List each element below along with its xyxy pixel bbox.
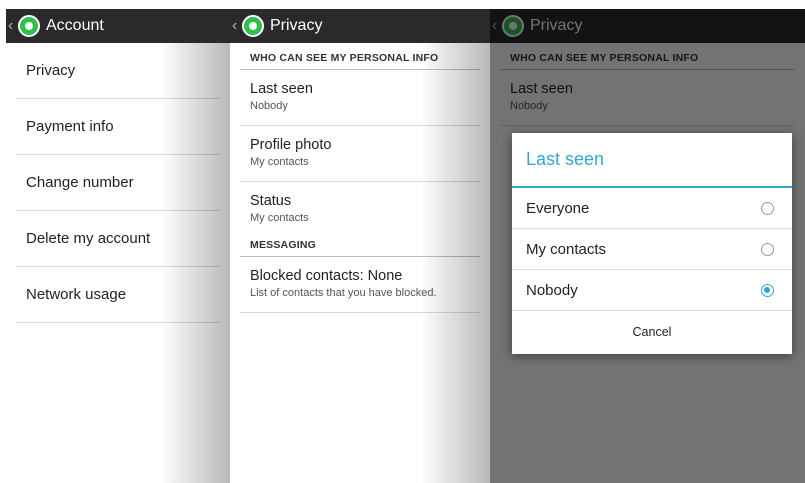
account-item-change-number[interactable]: Change number (16, 155, 220, 211)
section-personal-info: WHO CAN SEE MY PERSONAL INFO (500, 43, 795, 70)
option-label: Everyone (526, 199, 590, 217)
option-label: Nobody (526, 281, 578, 299)
pref-title: Last seen (510, 81, 573, 97)
list-item-label: Network usage (26, 286, 127, 303)
cancel-button[interactable]: Cancel (512, 311, 792, 353)
account-title: Account (46, 17, 104, 34)
privacy-action-bar: ‹ Privacy (490, 9, 805, 43)
account-item-network-usage[interactable]: Network usage (16, 267, 220, 323)
privacy-action-bar: ‹ Privacy (230, 9, 490, 43)
pref-last-seen[interactable]: Last seen Nobody (500, 70, 795, 126)
pref-title: Status (250, 193, 292, 209)
back-chevron-icon[interactable]: ‹ (492, 17, 500, 35)
account-screen: ‹ Account Privacy Payment info Change nu… (6, 9, 230, 483)
pref-last-seen[interactable]: Last seen Nobody (240, 70, 480, 126)
pref-value: Nobody (510, 100, 548, 112)
radio-checked-icon[interactable] (761, 283, 774, 297)
account-item-privacy[interactable]: Privacy (16, 43, 220, 99)
option-nobody[interactable]: Nobody (512, 270, 792, 311)
pref-status[interactable]: Status My contacts (240, 182, 480, 230)
list-item-label: Privacy (26, 62, 76, 79)
account-list: Privacy Payment info Change number Delet… (6, 43, 230, 323)
list-item-label: Payment info (26, 118, 114, 135)
account-action-bar: ‹ Account (6, 9, 230, 43)
option-everyone[interactable]: Everyone (512, 188, 792, 229)
radio-unchecked-icon[interactable] (761, 201, 774, 215)
privacy-title: Privacy (270, 17, 323, 34)
option-label: My contacts (526, 240, 607, 258)
pref-value: My contacts (250, 212, 309, 224)
back-chevron-icon[interactable]: ‹ (232, 17, 240, 35)
whatsapp-logo-icon[interactable] (18, 15, 40, 37)
pref-profile-photo[interactable]: Profile photo My contacts (240, 126, 480, 182)
pref-value: List of contacts that you have blocked. (250, 287, 437, 299)
pref-title: Last seen (250, 81, 313, 97)
whatsapp-logo-icon[interactable] (502, 15, 524, 37)
pref-blocked-contacts[interactable]: Blocked contacts: None List of contacts … (240, 257, 480, 313)
pref-value: My contacts (250, 156, 309, 168)
privacy-dialog-screen: ‹ Privacy WHO CAN SEE MY PERSONAL INFO L… (490, 9, 805, 483)
section-personal-info: WHO CAN SEE MY PERSONAL INFO (240, 43, 480, 70)
option-my-contacts[interactable]: My contacts (512, 229, 792, 270)
section-messaging: MESSAGING (240, 230, 480, 257)
last-seen-dialog: Last seen Everyone My contacts Nobody Ca… (512, 133, 792, 354)
account-item-delete-account[interactable]: Delete my account (16, 211, 220, 267)
privacy-screen: ‹ Privacy WHO CAN SEE MY PERSONAL INFO L… (230, 9, 490, 483)
privacy-title: Privacy (530, 17, 583, 34)
pref-title: Profile photo (250, 137, 332, 153)
list-item-label: Change number (26, 174, 134, 191)
whatsapp-logo-icon[interactable] (242, 15, 264, 37)
account-item-payment-info[interactable]: Payment info (16, 99, 220, 155)
pref-title: Blocked contacts: None (250, 268, 403, 284)
list-item-label: Delete my account (26, 230, 151, 247)
dialog-title: Last seen (512, 133, 792, 188)
pref-value: Nobody (250, 100, 288, 112)
radio-unchecked-icon[interactable] (761, 242, 774, 256)
back-chevron-icon[interactable]: ‹ (8, 17, 16, 35)
